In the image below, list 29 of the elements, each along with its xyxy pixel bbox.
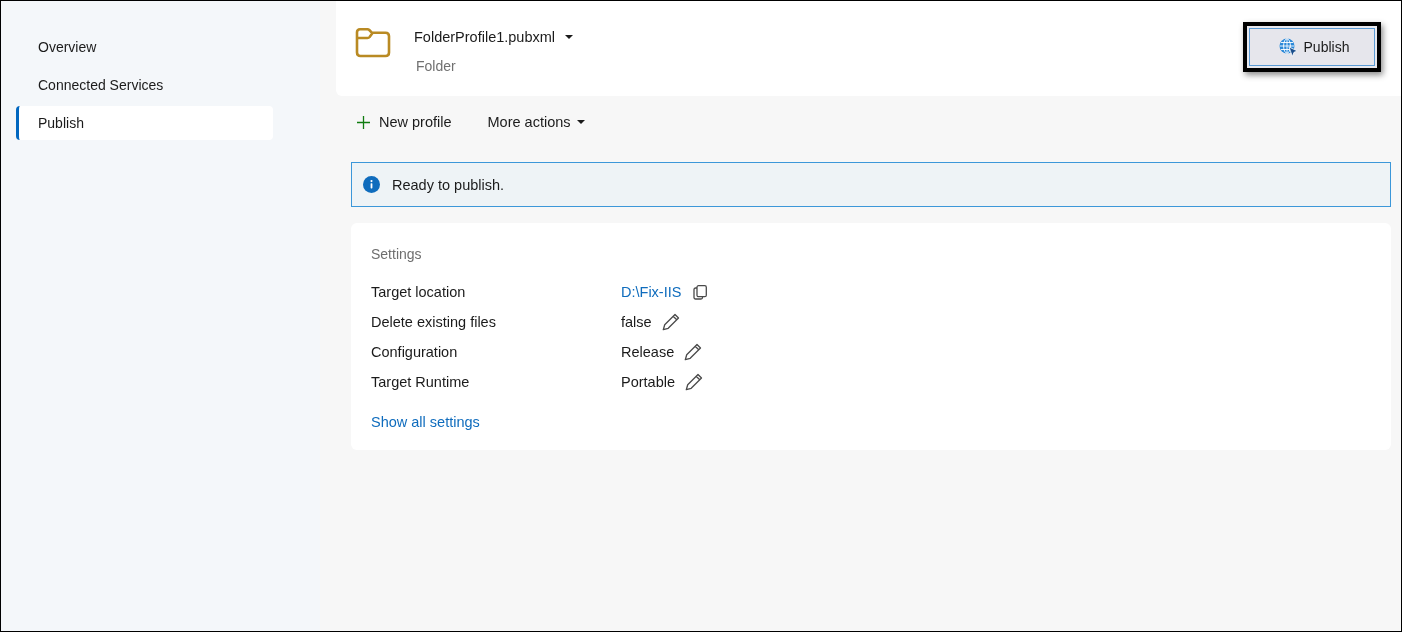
setting-label: Target Runtime: [371, 374, 471, 390]
pencil-icon[interactable]: [685, 373, 703, 391]
setting-label: Delete existing files: [371, 314, 497, 330]
setting-value: false: [621, 314, 652, 330]
publish-button[interactable]: Publish: [1249, 28, 1375, 66]
plus-icon: [357, 115, 370, 129]
setting-value-link[interactable]: D:\Fix-IIS: [621, 284, 682, 300]
setting-label: Target location: [371, 284, 467, 300]
globe-cursor-icon: [1278, 37, 1298, 57]
sidebar-item[interactable]: Connected Services: [16, 68, 273, 102]
copy-icon[interactable]: [693, 284, 708, 300]
sidebar-item[interactable]: Publish: [16, 106, 273, 140]
profile-selector[interactable]: FolderProfile1.pubxml: [414, 26, 574, 48]
status-message: Ready to publish.: [392, 176, 505, 193]
sidebar-item[interactable]: Overview: [16, 30, 273, 64]
info-icon: [363, 176, 380, 193]
setting-value: Portable: [621, 374, 675, 390]
pencil-icon[interactable]: [684, 343, 703, 361]
show-all-settings-link[interactable]: Show all settings: [371, 412, 480, 432]
folder-icon: [355, 27, 391, 58]
profile-type: Folder: [416, 57, 457, 75]
setting-value: Release: [621, 344, 675, 360]
caret-icon: [565, 35, 574, 39]
caret-icon: [576, 120, 585, 124]
settings-title: Settings: [371, 245, 422, 264]
setting-label: Configuration: [371, 344, 459, 360]
toolbar-button[interactable]: More actions: [483, 107, 589, 137]
pencil-icon[interactable]: [661, 313, 680, 331]
toolbar-button[interactable]: New profile: [353, 107, 456, 137]
